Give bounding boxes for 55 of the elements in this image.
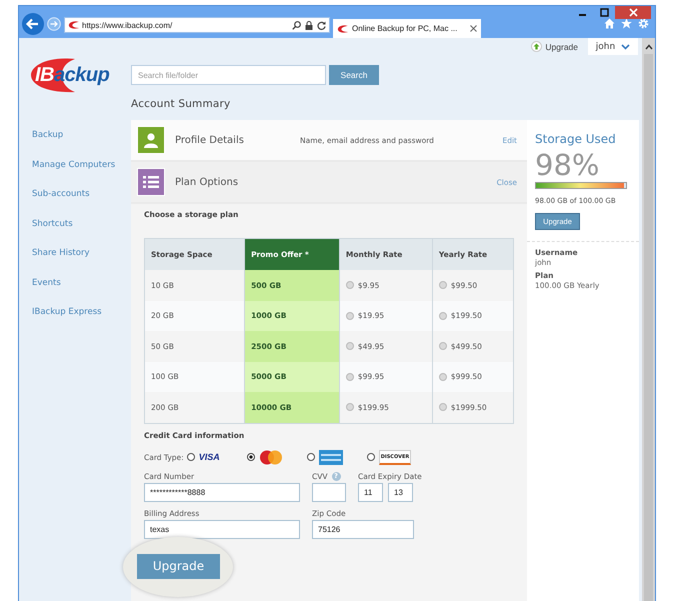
site-icon <box>68 21 80 29</box>
scrollbar[interactable] <box>642 38 655 601</box>
star-icon[interactable] <box>621 18 632 29</box>
lock-icon <box>305 20 313 30</box>
expiry-month-field[interactable]: 11 <box>358 482 383 502</box>
radio-button[interactable] <box>438 342 447 350</box>
address-bar[interactable]: https://www.ibackup.com/ <box>64 17 330 33</box>
list-icon <box>137 168 165 196</box>
radio-button[interactable] <box>346 403 354 412</box>
radio-button[interactable] <box>186 453 195 461</box>
sidebar-item[interactable]: IBackup Express <box>32 307 131 336</box>
radio-button[interactable] <box>438 312 447 320</box>
expiry-year-field[interactable]: 13 <box>388 482 413 502</box>
sidebar-item[interactable]: Backup <box>32 130 131 160</box>
radio-button[interactable] <box>306 453 315 461</box>
scroll-up-icon[interactable] <box>644 44 652 50</box>
page-title: Account Summary <box>131 98 232 112</box>
search-icon[interactable] <box>292 20 301 30</box>
radio-button[interactable] <box>438 403 447 412</box>
search-field[interactable]: Search file/folder <box>131 65 326 85</box>
upgrade-link[interactable]: Upgrade <box>531 41 578 52</box>
zip-code-field[interactable]: 75126 <box>312 520 414 538</box>
refresh-icon[interactable] <box>317 20 326 30</box>
storage-percent: 98% <box>535 148 600 182</box>
storage-title: Storage Used <box>535 132 617 146</box>
radio-button[interactable] <box>346 281 354 290</box>
radio-button[interactable] <box>438 281 447 290</box>
card-number-field[interactable]: ************8888 <box>144 482 300 502</box>
cvv-field[interactable] <box>312 482 346 502</box>
radio-button[interactable] <box>346 372 354 381</box>
radio-button[interactable] <box>438 372 447 381</box>
radio-button[interactable] <box>346 342 354 350</box>
browser-tab[interactable]: Online Backup for PC, Mac ... <box>333 19 481 38</box>
radio-button[interactable] <box>366 453 375 461</box>
mastercard-logo-icon <box>258 450 283 464</box>
billing-address-field[interactable]: texas <box>144 520 300 538</box>
amex-logo-icon <box>318 450 343 464</box>
visa-logo: VISA <box>198 452 220 462</box>
sidebar-item[interactable]: Manage Computers <box>32 160 131 189</box>
sidebar-item[interactable]: Sub-accounts <box>32 189 131 218</box>
section-title: Plan Options <box>175 176 240 188</box>
close-tab-icon[interactable] <box>470 25 477 32</box>
site-icon <box>337 24 349 32</box>
back-icon[interactable] <box>22 13 44 35</box>
settings-icon[interactable] <box>638 18 649 29</box>
forward-icon[interactable] <box>47 17 61 31</box>
section-title: Profile Details <box>175 134 245 146</box>
person-icon <box>137 126 165 154</box>
arrow-up-icon <box>531 41 542 52</box>
radio-button[interactable] <box>346 312 354 320</box>
chevron-down-icon <box>621 44 630 50</box>
sidebar-item[interactable]: Share History <box>32 248 131 278</box>
close-icon[interactable] <box>615 6 651 19</box>
user-menu[interactable]: john <box>588 38 638 55</box>
radio-button[interactable] <box>246 453 255 461</box>
